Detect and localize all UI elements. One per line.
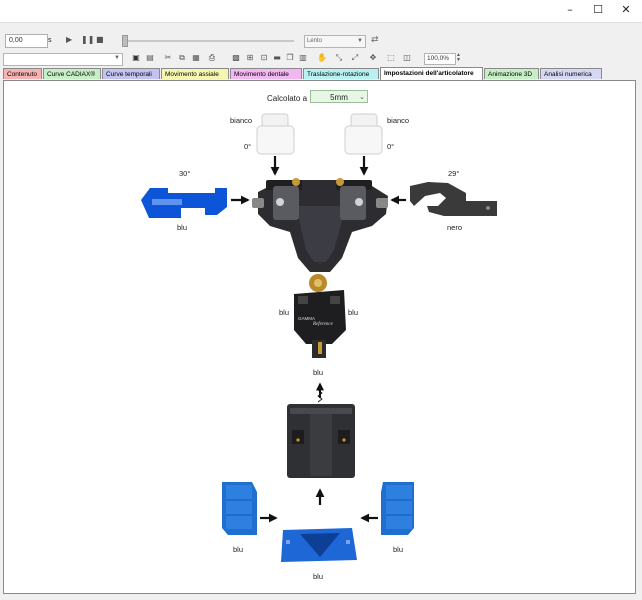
left-side-insert[interactable] bbox=[141, 188, 227, 218]
left-side-insert-angle: 30° bbox=[179, 169, 191, 178]
left-side-insert-color: blu bbox=[177, 223, 188, 232]
bottom-left-block-label: blu bbox=[233, 545, 244, 554]
lower-left-label: blu bbox=[279, 308, 290, 317]
model-text: Reference bbox=[312, 322, 334, 327]
incisal-pin bbox=[316, 382, 324, 403]
articulator-upper-member bbox=[252, 178, 388, 358]
bottom-center-block[interactable] bbox=[281, 528, 357, 562]
right-top-insert[interactable] bbox=[344, 113, 383, 155]
left-top-insert-color: bianco bbox=[230, 116, 253, 125]
lower-right-label: blu bbox=[348, 308, 359, 317]
articulator-drawing: GAMMA Reference bbox=[141, 113, 497, 562]
right-top-insert-color: bianco bbox=[387, 116, 410, 125]
pin-label: blu bbox=[313, 368, 324, 377]
brand-text: GAMMA bbox=[298, 316, 315, 321]
bottom-right-block[interactable] bbox=[381, 482, 414, 535]
right-side-insert[interactable] bbox=[410, 182, 497, 216]
bottom-right-block-label: blu bbox=[393, 545, 404, 554]
bottom-center-block-label: blu bbox=[313, 572, 324, 581]
right-side-insert-angle: 29° bbox=[448, 169, 460, 178]
articulator-lower-member bbox=[287, 404, 355, 478]
right-top-insert-angle: 0° bbox=[387, 142, 395, 151]
left-top-insert[interactable] bbox=[256, 113, 295, 155]
bottom-left-block[interactable] bbox=[222, 482, 257, 535]
right-side-insert-color: nero bbox=[447, 223, 463, 232]
left-top-insert-angle: 0° bbox=[244, 142, 252, 151]
